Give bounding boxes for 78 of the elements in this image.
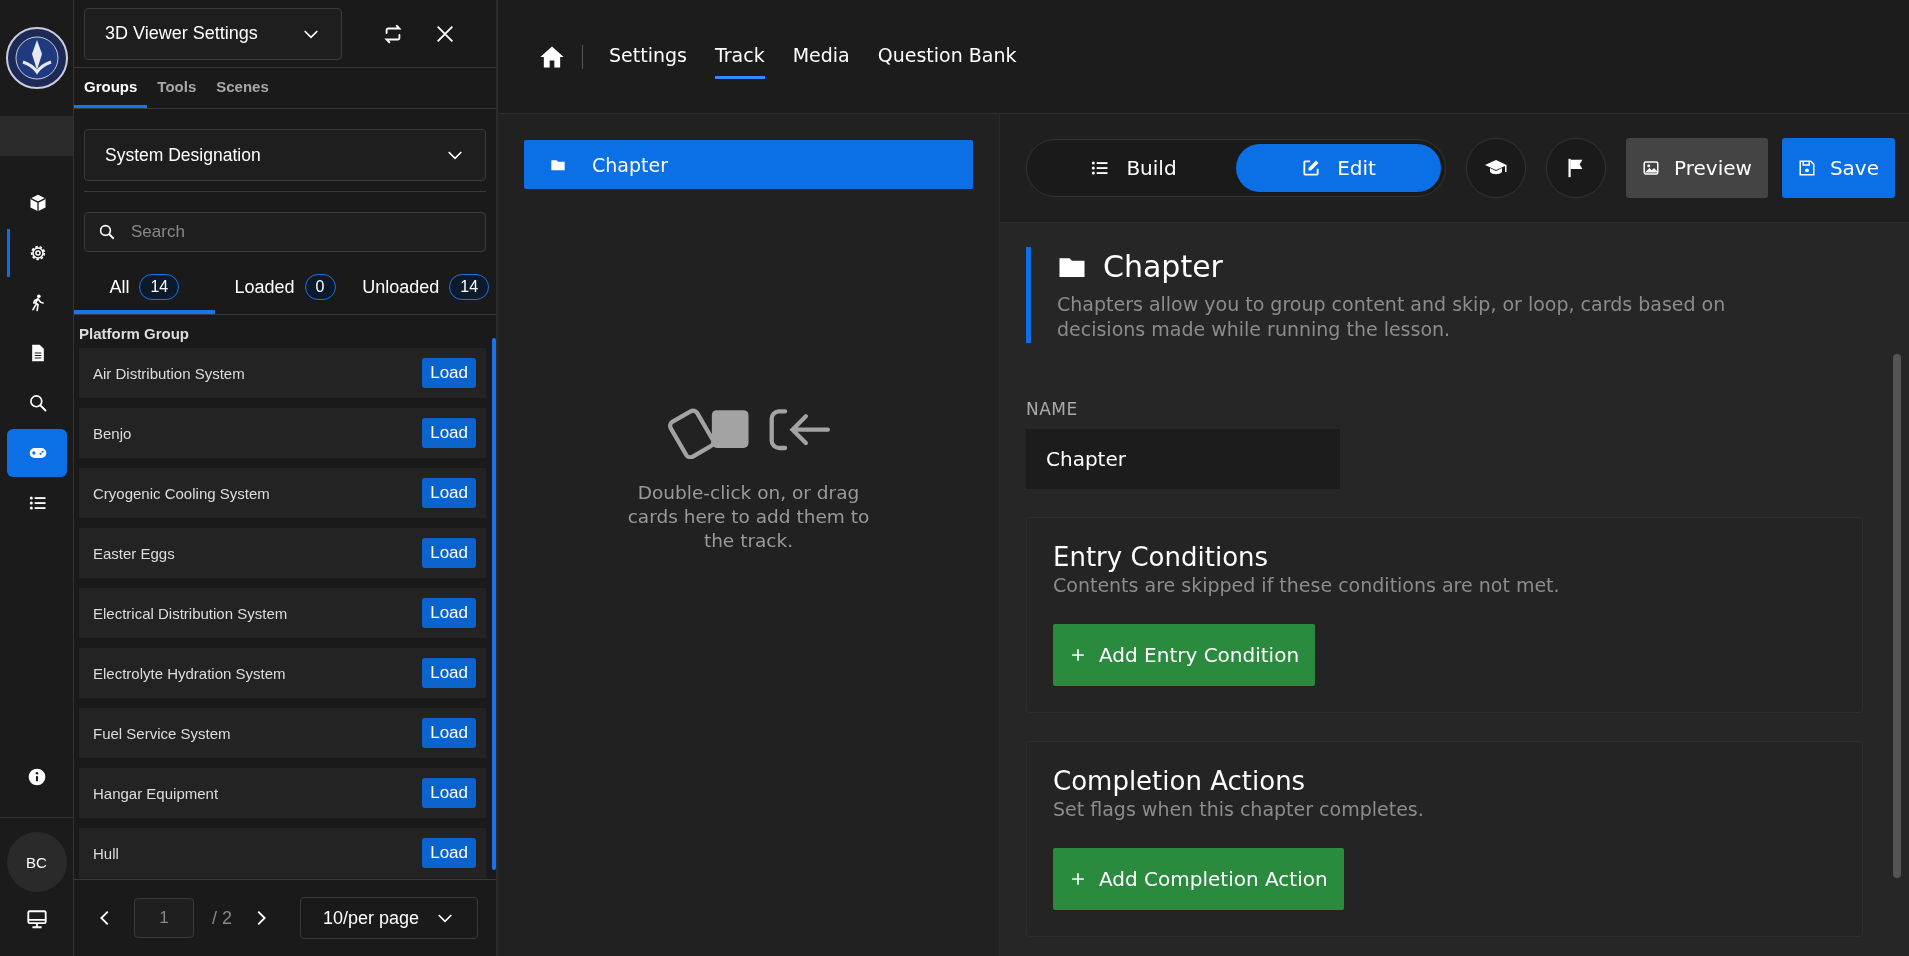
empty-track-hint: Double-click on, or drag cards here to add them to the track. (626, 481, 871, 554)
load-button[interactable]: Load (422, 778, 476, 808)
page-total: / 2 (212, 907, 232, 929)
group-item[interactable]: Cryogenic Cooling System Load (79, 468, 486, 518)
panel-tab[interactable]: Tools (147, 68, 207, 108)
mode-tab[interactable]: Build (1031, 144, 1236, 192)
page-field[interactable]: 1 (134, 898, 194, 938)
monitor-icon[interactable] (25, 908, 48, 930)
mode-tab[interactable]: Edit (1236, 144, 1441, 192)
swap-button[interactable] (382, 22, 404, 45)
section-heading: Platform Group (78, 324, 190, 344)
load-button[interactable]: Load (422, 718, 476, 748)
name-field[interactable]: Chapter (1026, 429, 1340, 490)
logo-icon (4, 26, 69, 90)
group-name: Benjo (93, 424, 132, 442)
info-icon[interactable] (26, 767, 47, 787)
group-name: Air Distribution System (93, 364, 245, 382)
group-name: Hull (93, 844, 119, 862)
edit-icon (1301, 158, 1322, 178)
group-name: Fuel Service System (93, 724, 231, 742)
count-badge: 0 (304, 274, 336, 300)
swap-icon (382, 22, 404, 45)
settings-icon (28, 243, 48, 263)
cube-icon (28, 193, 48, 213)
load-button[interactable]: Load (422, 418, 476, 448)
load-button[interactable]: Load (422, 478, 476, 508)
group-name: Hangar Equipment (93, 784, 219, 802)
load-button[interactable]: Load (422, 838, 476, 868)
user-avatar[interactable]: BC (6, 832, 67, 892)
nav-tab[interactable]: Settings (609, 34, 687, 79)
search-field[interactable]: Search (84, 212, 486, 252)
panel-dropdown[interactable]: 3D Viewer Settings (84, 7, 342, 60)
add-button[interactable]: Add Completion Action (1053, 848, 1344, 911)
preview-button[interactable]: Preview (1626, 138, 1768, 198)
save-button[interactable]: Save (1781, 138, 1895, 198)
group-item[interactable]: Benjo Load (79, 408, 486, 458)
section-subtitle: Contents are skipped if these conditions are not met. (1053, 574, 1561, 597)
count-badge: 14 (139, 274, 180, 300)
sidebar-item[interactable] (6, 429, 67, 477)
search-icon (98, 223, 116, 241)
group-name: Cryogenic Cooling System (93, 484, 270, 502)
chapter-description: Chapters allow you to group content and skip, or loop, cards based on decisions made while running the lesson. (1057, 292, 1727, 342)
group-dropdown[interactable]: System Designation (84, 129, 486, 181)
group-item[interactable]: Electrical Distribution System Load (79, 588, 486, 638)
nav-tab[interactable]: Media (792, 34, 850, 79)
image-icon (1642, 159, 1661, 177)
section-title: Completion Actions (1053, 766, 1307, 797)
load-button[interactable]: Load (422, 598, 476, 628)
filter-tab[interactable]: Loaded 0 (214, 264, 356, 314)
chapter-title: Chapter (1103, 249, 1223, 284)
load-button[interactable]: Load (422, 538, 476, 568)
filter-tab[interactable]: All 14 (74, 264, 215, 314)
count-badge: 14 (449, 274, 490, 300)
group-item[interactable]: Hangar Equipment Load (79, 768, 486, 818)
group-item[interactable]: Electrolyte Hydration System Load (79, 648, 486, 698)
group-item[interactable]: Air Distribution System Load (79, 348, 486, 398)
load-button[interactable]: Load (422, 358, 476, 388)
panel-tab[interactable]: Scenes (206, 68, 279, 108)
group-item[interactable]: Fuel Service System Load (79, 708, 486, 758)
group-name: Easter Eggs (93, 544, 175, 562)
group-item[interactable]: Hull Load (79, 828, 486, 878)
nav-tab[interactable]: Track (714, 34, 765, 79)
filter-tab[interactable]: Unloaded 14 (355, 264, 496, 314)
group-item[interactable]: Easter Eggs Load (79, 528, 486, 578)
group-name: Electrical Distribution System (93, 604, 288, 622)
scrollbar[interactable] (492, 338, 496, 870)
chapter-card[interactable]: Chapter (524, 140, 973, 189)
panel-tab[interactable]: Groups (74, 68, 148, 108)
nav-tab[interactable]: Question Bank (877, 34, 1017, 79)
section-title: Entry Conditions (1053, 542, 1270, 573)
section-subtitle: Set flags when this chapter completes. (1053, 798, 1425, 821)
name-label: NAME (1026, 399, 1079, 420)
group-name: Electrolyte Hydration System (93, 664, 286, 682)
load-button[interactable]: Load (422, 658, 476, 688)
search-icon (28, 393, 48, 413)
scrollbar[interactable] (1893, 354, 1901, 878)
add-button[interactable]: Add Entry Condition (1053, 624, 1316, 687)
page-size-dropdown[interactable]: 10/per page (299, 897, 478, 939)
